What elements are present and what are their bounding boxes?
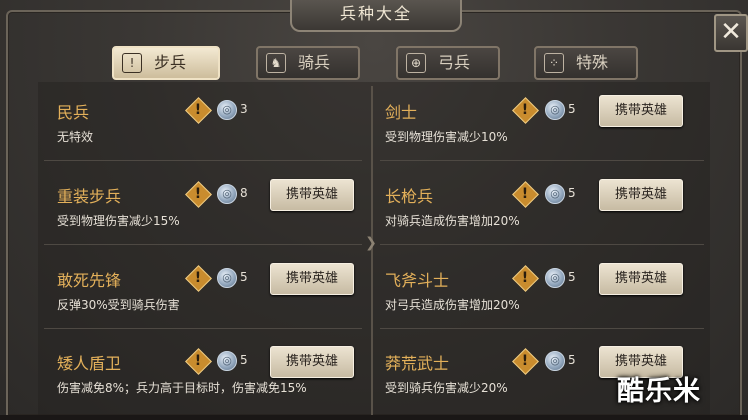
- unit-row: 敢死先锋 反弹30%受到骑兵伤害 ! ◎ 5 携带英雄: [57, 263, 377, 337]
- unit-row: 重装步兵 受到物理伤害减少15% ! ◎ 8 携带英雄: [57, 179, 377, 253]
- carry-hero-button[interactable]: 携带英雄: [599, 179, 683, 211]
- horse-icon: ♞: [266, 53, 286, 73]
- unit-row: 剑士 受到物理伤害减少10% ! ◎ 5 携带英雄: [385, 95, 705, 169]
- warning-icon[interactable]: !: [512, 97, 539, 124]
- unit-row: 飞斧斗士 对弓兵造成伤害增加20% ! ◎ 5 携带英雄: [385, 263, 705, 337]
- hero-coin-icon: ◎: [545, 100, 565, 120]
- tab-label: 步兵: [154, 53, 187, 72]
- unit-name: 敢死先锋: [57, 271, 122, 290]
- hero-coin-icon: ◎: [217, 268, 237, 288]
- tab-archer[interactable]: ⊕ 弓兵: [396, 46, 500, 80]
- warning-icon[interactable]: !: [512, 348, 539, 375]
- tab-label: 弓兵: [438, 53, 471, 72]
- warning-icon[interactable]: !: [512, 181, 539, 208]
- warning-icon[interactable]: !: [185, 348, 212, 375]
- unit-count: 5: [240, 353, 248, 367]
- tab-label: 骑兵: [298, 53, 331, 72]
- unit-effect: 受到物理伤害减少10%: [385, 130, 508, 144]
- carry-hero-button[interactable]: 携带英雄: [599, 263, 683, 295]
- tab-special[interactable]: ⁘ 特殊: [534, 46, 638, 80]
- unit-count: 3: [240, 102, 248, 116]
- unit-name: 飞斧斗士: [385, 271, 450, 290]
- carry-hero-button[interactable]: 携带英雄: [270, 179, 354, 211]
- warning-icon[interactable]: !: [185, 265, 212, 292]
- carry-hero-button[interactable]: 携带英雄: [270, 263, 354, 295]
- unit-effect: 受到骑兵伤害减少20%: [385, 381, 508, 395]
- unit-name: 矮人盾卫: [57, 354, 122, 373]
- warning-icon[interactable]: !: [185, 97, 212, 124]
- unit-effect: 受到物理伤害减少15%: [57, 214, 180, 228]
- unit-count: 5: [568, 270, 576, 284]
- close-button[interactable]: ✕: [714, 14, 748, 52]
- watermark: 酷乐米: [617, 376, 701, 407]
- unit-name: 民兵: [57, 103, 90, 122]
- unit-count: 5: [568, 353, 576, 367]
- hero-coin-icon: ◎: [545, 184, 565, 204]
- warning-icon[interactable]: !: [185, 181, 212, 208]
- hero-coin-icon: ◎: [545, 268, 565, 288]
- carry-hero-button[interactable]: 携带英雄: [599, 95, 683, 127]
- unit-count: 5: [568, 102, 576, 116]
- warning-icon[interactable]: !: [512, 265, 539, 292]
- unit-count: 5: [568, 186, 576, 200]
- unit-count: 5: [240, 270, 248, 284]
- hero-coin-icon: ◎: [217, 184, 237, 204]
- unit-count: 8: [240, 186, 248, 200]
- tab-infantry[interactable]: ! 步兵: [112, 46, 220, 80]
- unit-effect: 对骑兵造成伤害增加20%: [385, 214, 520, 228]
- window-title: 兵种大全: [290, 0, 462, 32]
- warning-icon: !: [122, 53, 142, 73]
- unit-row: 长枪兵 对骑兵造成伤害增加20% ! ◎ 5 携带英雄: [385, 179, 705, 253]
- unit-effect: 反弹30%受到骑兵伤害: [57, 298, 180, 312]
- tab-cavalry[interactable]: ♞ 骑兵: [256, 46, 360, 80]
- hero-coin-icon: ◎: [217, 100, 237, 120]
- dice-icon: ⁘: [544, 53, 564, 73]
- bow-icon: ⊕: [406, 53, 426, 73]
- carry-hero-button[interactable]: 携带英雄: [270, 346, 354, 378]
- unit-name: 重装步兵: [57, 187, 122, 206]
- unit-row: 民兵 无特效 ! ◎ 3: [57, 97, 377, 169]
- tab-label: 特殊: [576, 53, 609, 72]
- unit-row: 矮人盾卫 伤害减免8%；兵力高于目标时，伤害减免15% ! ◎ 5 携带英雄: [57, 346, 377, 420]
- unit-effect: 对弓兵造成伤害增加20%: [385, 298, 520, 312]
- hero-coin-icon: ◎: [217, 351, 237, 371]
- hero-coin-icon: ◎: [545, 351, 565, 371]
- unit-effect: 无特效: [57, 130, 94, 144]
- unit-name: 剑士: [385, 103, 418, 122]
- unit-effect: 伤害减免8%；兵力高于目标时，伤害减免15%: [57, 381, 307, 395]
- unit-name: 莽荒武士: [385, 354, 450, 373]
- unit-name: 长枪兵: [385, 187, 434, 206]
